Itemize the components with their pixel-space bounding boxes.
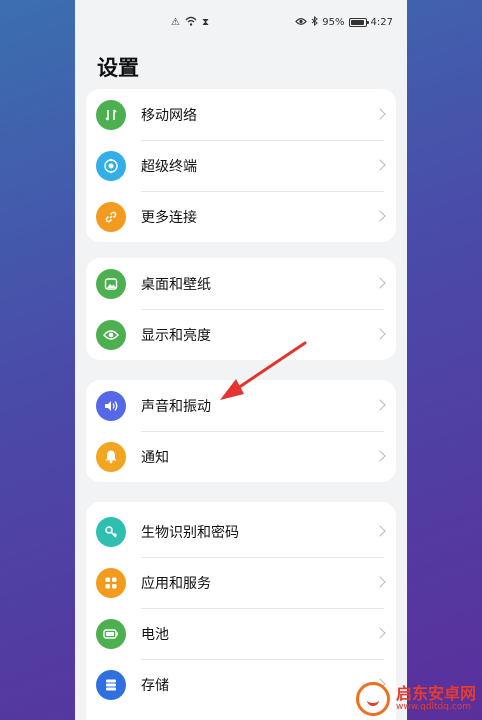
status-right: 95% 4:27 <box>295 15 393 29</box>
key-icon <box>96 516 126 547</box>
status-bar: ⚠ ⧗ 95% 4:27 <box>75 0 407 44</box>
settings-item-label: 应用和服务 <box>141 575 211 592</box>
settings-item-apps-services[interactable]: 应用和服务 <box>86 557 396 608</box>
settings-item-more-connections[interactable]: 更多连接 <box>86 191 396 242</box>
apps-grid-icon <box>96 567 126 598</box>
wallpaper-icon <box>96 268 126 299</box>
hourglass-icon: ⧗ <box>201 16 209 28</box>
settings-item-label: 显示和亮度 <box>141 327 211 344</box>
settings-item-label: 通知 <box>141 449 169 466</box>
settings-item-label: 电池 <box>141 626 169 643</box>
settings-item-battery[interactable]: 电池 <box>86 608 396 659</box>
bell-icon <box>96 441 126 472</box>
settings-group-display: 桌面和壁纸 显示和亮度 <box>86 258 396 360</box>
settings-item-label: 更多连接 <box>141 209 197 226</box>
settings-item-label: 桌面和壁纸 <box>141 276 211 293</box>
clock: 4:27 <box>370 17 393 28</box>
mobile-network-icon <box>96 99 126 130</box>
settings-item-label: 移动网络 <box>141 107 197 124</box>
wifi-icon <box>185 16 197 29</box>
battery-icon <box>96 618 126 649</box>
settings-item-label: 生物识别和密码 <box>141 524 239 541</box>
page-title: 设置 <box>97 56 139 80</box>
bluetooth-icon <box>311 15 319 29</box>
watermark-logo-icon <box>355 682 390 716</box>
settings-group-system: 生物识别和密码 应用和服务 电池 存储 <box>86 502 396 720</box>
eye-comfort-icon <box>295 17 308 29</box>
settings-group-connectivity: 移动网络 超级终端 更多连接 <box>86 89 396 242</box>
eye-icon <box>96 319 126 350</box>
link-icon <box>96 201 126 232</box>
settings-item-display-brightness[interactable]: 显示和亮度 <box>86 309 396 360</box>
super-device-icon <box>96 150 126 181</box>
settings-item-super-device[interactable]: 超级终端 <box>86 140 396 191</box>
battery-status-icon <box>348 18 369 27</box>
settings-item-biometrics-password[interactable]: 生物识别和密码 <box>86 506 396 557</box>
settings-item-notifications[interactable]: 通知 <box>86 431 396 482</box>
settings-item-mobile-network[interactable]: 移动网络 <box>86 89 396 140</box>
phone-screen: ⚠ ⧗ 95% 4:27 设置 移动网络 超级终端 更多连接 桌面和壁纸 显示和… <box>75 0 407 720</box>
status-left: ⚠ ⧗ <box>171 16 209 29</box>
storage-icon <box>96 669 126 700</box>
settings-item-label: 声音和振动 <box>141 398 211 415</box>
watermark-text: 启东安卓网 www.qdltdq.com <box>396 685 476 712</box>
speaker-icon <box>96 390 126 421</box>
watermark-title: 启东安卓网 <box>395 684 476 704</box>
battery-percent: 95% <box>322 17 345 28</box>
watermark: 启东安卓网 www.qdltdq.com <box>355 682 476 716</box>
settings-item-label: 超级终端 <box>141 158 197 175</box>
watermark-url: www.qdltdq.com <box>395 701 472 712</box>
settings-item-wallpaper[interactable]: 桌面和壁纸 <box>86 258 396 309</box>
settings-item-sound-vibration[interactable]: 声音和振动 <box>86 380 396 431</box>
settings-group-sound: 声音和振动 通知 <box>86 380 396 482</box>
alert-icon: ⚠ <box>171 16 180 28</box>
settings-item-storage[interactable]: 存储 <box>86 659 396 710</box>
